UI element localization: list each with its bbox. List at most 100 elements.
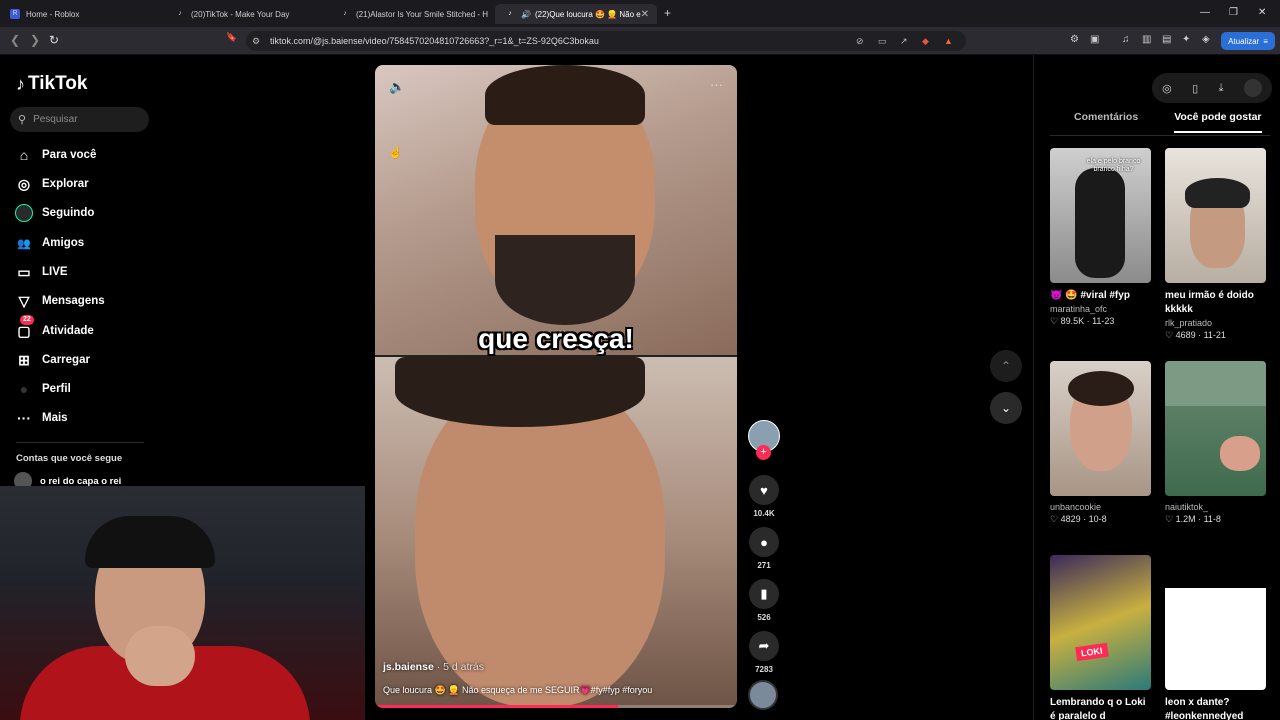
video-author[interactable]: unbancookie	[1050, 502, 1151, 512]
maximize-icon[interactable]: ❐	[1229, 7, 1238, 18]
close-tab-icon[interactable]: ✕	[641, 9, 649, 20]
recommended-video-card[interactable]: naiutiktok_ ♡ 1.2M · 11-8	[1165, 361, 1266, 525]
following-account-name: o rei do capa o rei	[40, 475, 122, 487]
browser-tab-active[interactable]: ♪ 🔊 (22)Que loucura 🤩 👱 Não e ✕	[495, 4, 657, 24]
nav-atividade[interactable]: ▢ 22 Atividade	[14, 315, 94, 342]
address-bar[interactable]: ⚙ tiktok.com/@js.baiense/video/758457020…	[246, 31, 966, 51]
nav-label: Atividade	[42, 325, 94, 337]
music-disc-avatar[interactable]	[748, 680, 778, 710]
video-author[interactable]: maratinha_ofc	[1050, 304, 1151, 314]
vpn-icon[interactable]: ◈	[1202, 34, 1210, 45]
save-button[interactable]: ▮ 526	[749, 579, 779, 622]
mouse-cursor-icon: ☝	[388, 145, 403, 159]
recommended-video-card[interactable]: ela é pelo branco branco filha? 👿 🤩 #vir…	[1050, 148, 1151, 327]
search-input[interactable]	[33, 114, 129, 125]
webcam-overlay	[0, 486, 365, 720]
browser-tab[interactable]: R Home - Roblox	[0, 4, 165, 24]
friends-icon: 👥	[17, 237, 31, 250]
compass-icon[interactable]: ◎	[1162, 82, 1172, 95]
video-author[interactable]: rlk_pratiado	[1165, 318, 1266, 328]
author-name[interactable]: js.baiense	[383, 661, 434, 673]
tab-comentarios[interactable]: Comentários	[1050, 111, 1138, 133]
nav-seguindo[interactable]: Seguindo	[14, 202, 94, 224]
next-video-button[interactable]: ⌄	[990, 392, 1022, 424]
video-author[interactable]: naiutiktok_	[1165, 502, 1266, 512]
video-thumbnail[interactable]: LOKI	[1050, 555, 1151, 690]
minimize-icon[interactable]: —	[1200, 7, 1210, 18]
recommended-video-card[interactable]: leon x dante? #leonkennedyed	[1165, 555, 1266, 720]
music-icon[interactable]: ♫	[1122, 34, 1130, 45]
browser-tab[interactable]: ♪ (20)TikTok - Make Your Day	[165, 4, 330, 24]
comment-button[interactable]: ● 271	[749, 527, 779, 570]
tiktok-favicon-icon: ♪	[508, 10, 512, 17]
like-button[interactable]: ♥ 10.4K	[749, 475, 779, 518]
recommended-video-card[interactable]: meu irmão é doido kkkkk rlk_pratiado ♡ 4…	[1165, 148, 1266, 341]
nav-mensagens[interactable]: ▽ Mensagens	[14, 290, 105, 312]
wallet-icon[interactable]: ▤	[1162, 34, 1171, 45]
nav-mais[interactable]: ··· Mais	[14, 407, 68, 429]
tab-voce-pode-gostar[interactable]: Você pode gostar	[1174, 111, 1262, 133]
download-icon[interactable]: ⤓	[1219, 82, 1224, 95]
back-icon[interactable]: ❮	[10, 33, 20, 47]
update-button[interactable]: Atualizar ≡	[1221, 32, 1275, 50]
nav-amigos[interactable]: 👥 Amigos	[14, 232, 84, 254]
sidebar-icon[interactable]: ▥	[1142, 34, 1151, 45]
recommended-video-card[interactable]: LOKI Lembrando q o Loki é paralelo d	[1050, 555, 1151, 720]
nav-para-voce[interactable]: ⌂ Para você	[14, 144, 97, 166]
video-thumbnail[interactable]	[1050, 361, 1151, 496]
bookmark-icon[interactable]: 🔖	[226, 32, 237, 43]
video-title[interactable]: 👿 🤩 #viral #fyp	[1050, 289, 1151, 303]
url-text[interactable]: tiktok.com/@js.baiense/video/75845702048…	[270, 36, 599, 46]
video-title[interactable]: meu irmão é doido kkkkk	[1165, 289, 1266, 317]
profile-avatar-icon[interactable]	[1243, 79, 1262, 97]
new-tab-icon[interactable]: +	[664, 6, 671, 20]
chevron-up-icon: ⌃	[1000, 359, 1012, 373]
video-progress-bar[interactable]	[375, 705, 737, 708]
forward-icon[interactable]: ❯	[30, 33, 40, 47]
wallet-icon[interactable]: ▣	[1090, 34, 1099, 45]
nav-carregar[interactable]: ⊞ Carregar	[14, 349, 90, 371]
video-person-beard	[495, 235, 635, 325]
tracking-off-icon[interactable]: ⊘	[856, 36, 864, 47]
video-thumbnail[interactable]: ela é pelo branco branco filha?	[1050, 148, 1151, 283]
nav-live[interactable]: ▭ LIVE	[14, 261, 67, 283]
video-bottom-frame	[375, 357, 737, 708]
close-window-icon[interactable]: ✕	[1258, 7, 1266, 18]
browser-tab[interactable]: ♪ (21)Alastor Is Your Smile Stitched - H	[330, 4, 495, 24]
video-player[interactable]: que cresça! 🔈 ··· js.baiense · 5 d atrás…	[375, 65, 737, 708]
video-author[interactable]: js.baiense · 5 d atrás	[383, 661, 484, 673]
video-thumbnail[interactable]	[1165, 148, 1266, 283]
extensions-icon[interactable]: ⚙	[1070, 34, 1079, 45]
follow-plus-icon[interactable]: +	[756, 445, 771, 460]
more-options-icon[interactable]: ···	[710, 77, 723, 92]
sidebar-divider	[16, 442, 144, 443]
video-thumbnail[interactable]	[1165, 555, 1266, 690]
video-stats: ♡ 89.5K · 11-23	[1050, 316, 1115, 326]
rewards-icon[interactable]: ▲	[944, 36, 953, 46]
video-thumbnail[interactable]	[1165, 361, 1266, 496]
share-button[interactable]: ➦ 7283	[749, 631, 779, 674]
recommended-video-card[interactable]: unbancookie ♡ 4829 · 10-8	[1050, 361, 1151, 525]
video-title[interactable]: leon x dante? #leonkennedyed	[1165, 696, 1266, 720]
webcam-hand	[125, 626, 195, 686]
nav-label: Para você	[42, 149, 97, 161]
site-info-icon[interactable]: ⚙	[252, 36, 260, 47]
video-title[interactable]: Lembrando q o Loki é paralelo d	[1050, 696, 1151, 720]
nav-explorar[interactable]: ◎ Explorar	[14, 173, 89, 195]
share-arrow-icon: ➦	[749, 631, 779, 661]
search-box[interactable]: ⚲	[10, 107, 149, 132]
search-icon: ⚲	[18, 114, 27, 126]
previous-video-button[interactable]: ⌃	[990, 350, 1022, 382]
volume-icon[interactable]: 🔈	[389, 79, 405, 95]
leo-icon[interactable]: ✦	[1182, 34, 1190, 45]
home-icon: ⌂	[19, 147, 29, 163]
tiktok-logo[interactable]: ♪ TikTok	[16, 73, 87, 95]
phone-icon[interactable]: ▯	[1192, 82, 1198, 95]
nav-perfil[interactable]: ● Perfil	[14, 378, 71, 400]
brave-shield-icon[interactable]: ◆	[922, 36, 929, 47]
live-tv-icon: ▭	[17, 263, 31, 280]
share-icon[interactable]: ↗	[900, 36, 908, 47]
cast-icon[interactable]: ▭	[878, 36, 887, 47]
reload-icon[interactable]: ↻	[49, 33, 59, 47]
video-description: Que loucura 🤩 👱 Não esqueça de me SEGUIR…	[383, 685, 653, 695]
